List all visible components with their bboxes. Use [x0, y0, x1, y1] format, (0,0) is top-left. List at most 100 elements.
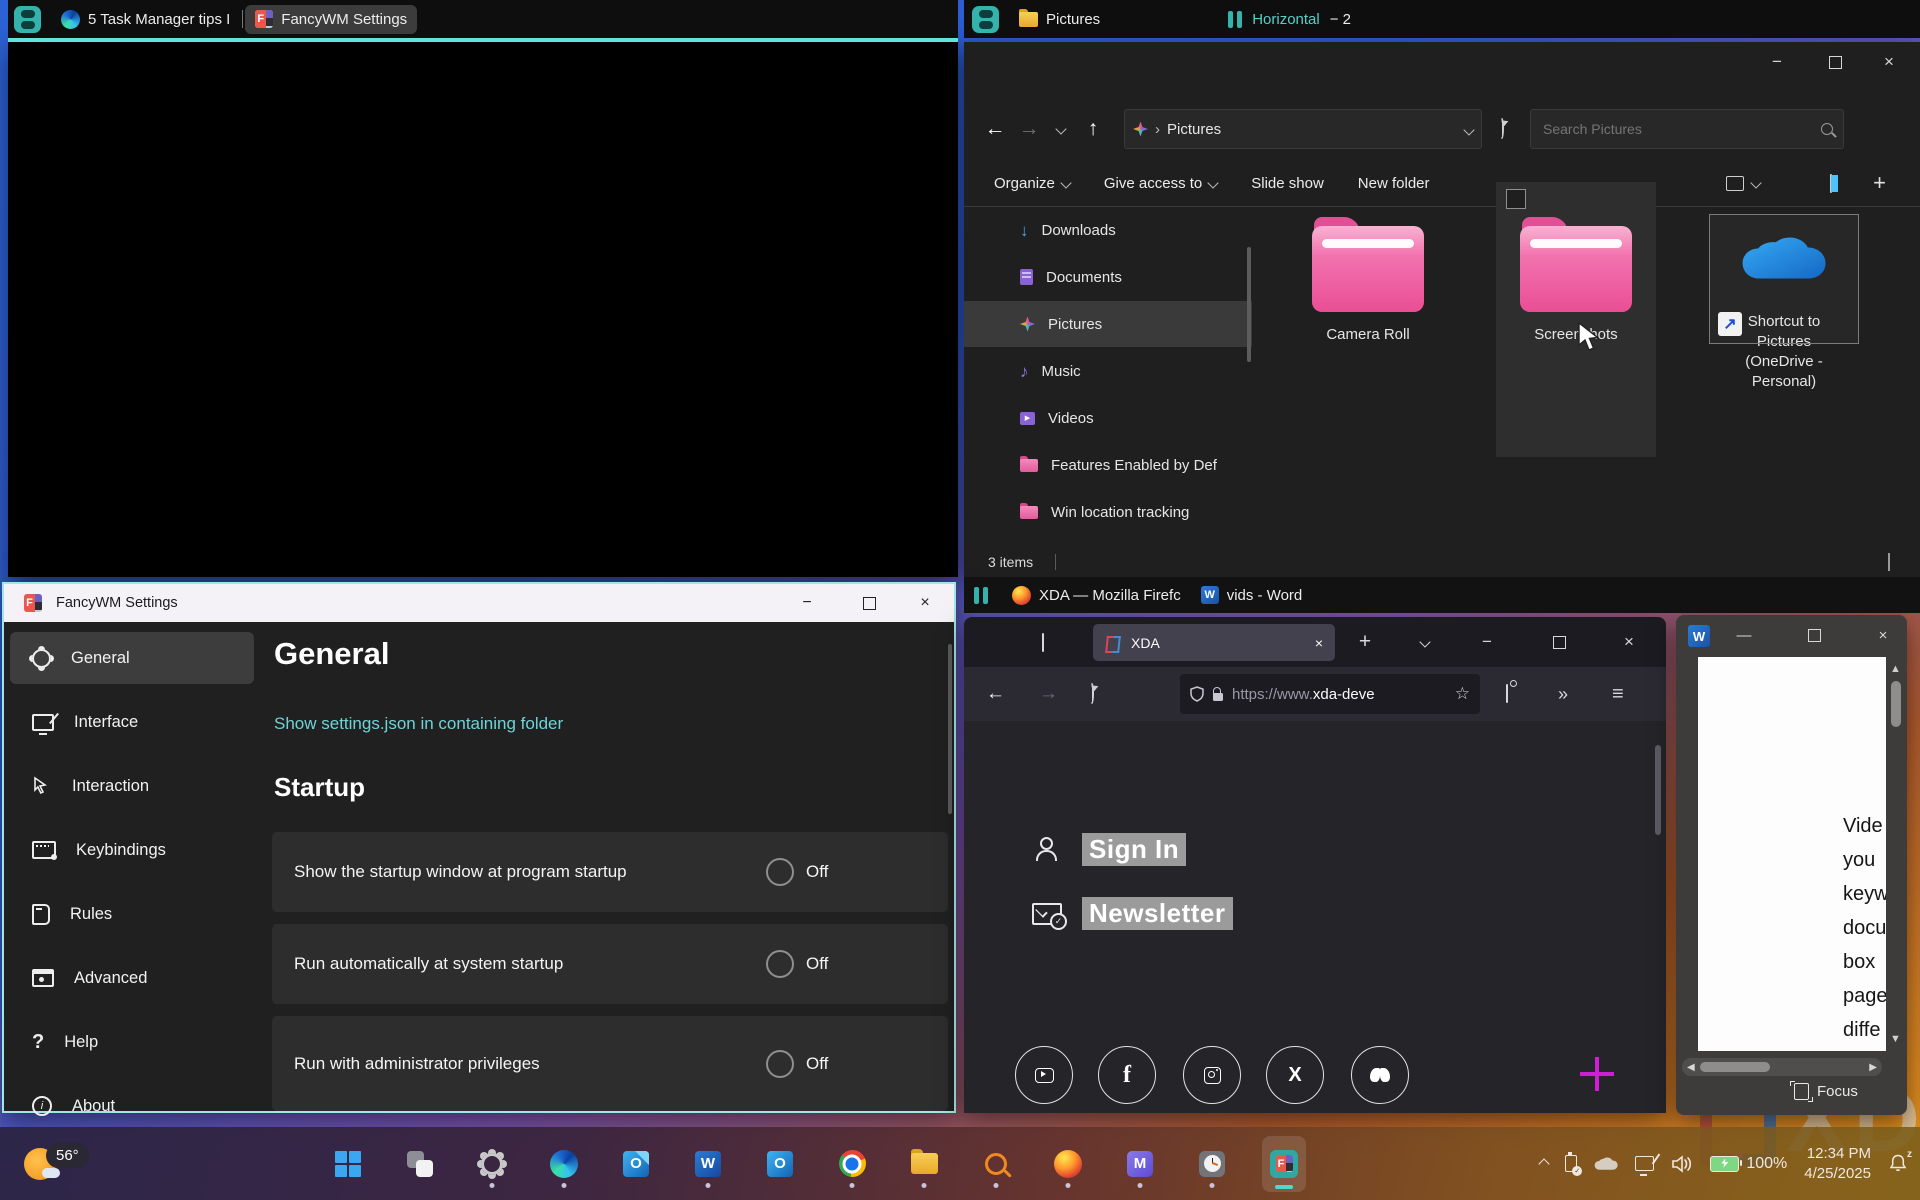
refresh-button[interactable] — [1090, 685, 1094, 703]
maximize-button[interactable] — [846, 584, 892, 622]
toggle-off-radio[interactable] — [766, 858, 794, 886]
youtube-icon[interactable] — [1015, 1046, 1073, 1104]
add-button[interactable]: + — [1873, 170, 1886, 196]
file-tile-screenshots[interactable]: Screenshots — [1496, 182, 1656, 457]
minimize-button[interactable]: − — [1464, 617, 1510, 667]
file-tile-onedrive-shortcut[interactable]: ↗ Shortcut to Pictures (OneDrive - Perso… — [1704, 212, 1864, 512]
panel-tab-firefox[interactable]: XDA — Mozilla Firefc — [1002, 581, 1191, 610]
settings-json-link[interactable]: Show settings.json in containing folder — [274, 714, 563, 734]
preview-pane-button[interactable] — [1830, 175, 1832, 192]
notification-bell-icon[interactable]: z — [1888, 1153, 1910, 1175]
thumbnail-view-button[interactable] — [1888, 554, 1890, 570]
edge-video-window[interactable] — [8, 42, 958, 577]
forward-button[interactable]: → — [1012, 117, 1046, 141]
nav-item-interaction[interactable]: Interaction — [10, 760, 254, 812]
nav-item-interface[interactable]: Interface — [10, 696, 254, 748]
weather-widget[interactable]: 56° — [24, 1127, 89, 1200]
scroll-up-icon[interactable]: ▲ — [1890, 663, 1901, 675]
address-bar[interactable]: › Pictures — [1124, 109, 1482, 149]
outlook-classic-button[interactable]: O — [758, 1136, 802, 1192]
close-button[interactable]: × — [902, 584, 948, 622]
minimize-button[interactable]: — — [1724, 615, 1764, 655]
close-button[interactable]: × — [1606, 617, 1652, 667]
nav-item-advanced[interactable]: Advanced — [10, 952, 254, 1004]
file-tile-camera-roll[interactable]: Camera Roll — [1288, 212, 1448, 427]
bluesky-icon[interactable] — [1351, 1046, 1409, 1104]
shield-icon[interactable] — [1190, 686, 1204, 702]
nav-item-keybindings[interactable]: Keybindings — [10, 824, 254, 876]
up-button[interactable]: ↑ — [1076, 117, 1110, 141]
usb-device-icon[interactable] — [1565, 1155, 1577, 1172]
overflow-chevrons-icon[interactable]: » — [1558, 684, 1568, 705]
fancywm-panel-icon[interactable] — [972, 6, 999, 33]
edge-app-button[interactable] — [542, 1136, 586, 1192]
bookmark-star-icon[interactable]: ☆ — [1455, 684, 1470, 704]
content-scrollbar[interactable] — [948, 644, 952, 814]
outlook-new-button[interactable]: O — [614, 1136, 658, 1192]
fancywm-app-button[interactable] — [1262, 1136, 1306, 1192]
forward-button[interactable]: → — [1039, 683, 1058, 705]
close-button[interactable]: × — [1866, 42, 1912, 82]
panel-tab-pictures[interactable]: Pictures — [1009, 5, 1110, 34]
organize-menu[interactable]: Organize — [994, 175, 1070, 192]
scroll-down-icon[interactable]: ▼ — [1890, 1033, 1901, 1045]
chrome-app-button[interactable] — [830, 1136, 874, 1192]
word-app-button[interactable]: W — [686, 1136, 730, 1192]
task-view-button[interactable] — [398, 1136, 442, 1192]
firefox-app-button[interactable] — [1046, 1136, 1090, 1192]
facebook-icon[interactable]: f — [1098, 1046, 1156, 1104]
refresh-button[interactable] — [1500, 120, 1504, 138]
fancywm-panel-icon[interactable] — [974, 587, 988, 604]
nav-item-about[interactable]: i About — [10, 1080, 254, 1132]
new-folder-button[interactable]: New folder — [1358, 175, 1430, 192]
back-button[interactable]: ← — [978, 117, 1012, 141]
clock-app-button[interactable] — [1190, 1136, 1234, 1192]
file-explorer-button[interactable] — [902, 1136, 946, 1192]
scrollbar-thumb[interactable] — [1700, 1062, 1770, 1072]
maximize-button[interactable] — [1812, 42, 1858, 82]
new-tab-button[interactable]: + — [1342, 617, 1388, 667]
layout-view-button[interactable] — [1726, 176, 1760, 191]
sidebar-item-videos[interactable]: ▶ Videos — [964, 395, 1252, 441]
sidebar-item-features-enabled[interactable]: Features Enabled by Def — [964, 442, 1252, 488]
back-button[interactable]: ← — [986, 683, 1005, 705]
scroll-left-icon[interactable]: ◀ — [1687, 1062, 1695, 1073]
maximize-button[interactable] — [1794, 615, 1834, 655]
search-box[interactable] — [1530, 109, 1844, 149]
settings-app-button[interactable] — [470, 1136, 514, 1192]
firefox-view-icon[interactable] — [1042, 634, 1044, 652]
sidebar-item-win-location[interactable]: Win location tracking — [964, 489, 1252, 535]
onedrive-tray-icon[interactable] — [1594, 1156, 1618, 1172]
selection-checkbox[interactable] — [1506, 189, 1526, 209]
nav-item-help[interactable]: ? Help — [10, 1016, 254, 1068]
minimize-button[interactable]: − — [1754, 42, 1800, 82]
battery-status[interactable]: 100% — [1710, 1155, 1787, 1173]
breadcrumb[interactable]: Pictures — [1167, 121, 1221, 138]
toggle-off-radio[interactable] — [766, 950, 794, 978]
newsletter-link[interactable]: Newsletter — [1082, 897, 1233, 930]
browser-tab-xda[interactable]: XDA × — [1093, 624, 1335, 661]
x-icon[interactable]: X — [1266, 1046, 1324, 1104]
fancywm-panel-icon[interactable] — [14, 6, 41, 33]
history-dropdown[interactable] — [1046, 120, 1076, 138]
scrollbar-thumb[interactable] — [1891, 681, 1901, 727]
speaker-icon[interactable] — [1671, 1155, 1693, 1173]
sidebar-scrollbar[interactable] — [1247, 247, 1251, 362]
person-icon[interactable] — [1034, 837, 1058, 861]
tab-list-dropdown[interactable] — [1402, 617, 1448, 667]
panel-tab-fancywm-settings[interactable]: FancyWM Settings — [245, 5, 417, 34]
nav-item-rules[interactable]: Rules — [10, 888, 254, 940]
menu-hamburger-icon[interactable]: ≡ — [1612, 683, 1624, 706]
sidebar-item-music[interactable]: ♪ Music — [964, 348, 1252, 394]
display-device-icon[interactable] — [1635, 1156, 1654, 1171]
address-dropdown[interactable] — [1465, 121, 1473, 138]
clock-date[interactable]: 12:34 PM 4/25/2025 — [1804, 1144, 1871, 1183]
page-scrollbar[interactable] — [1655, 745, 1661, 835]
slide-show-button[interactable]: Slide show — [1251, 175, 1324, 192]
search-app-button[interactable] — [974, 1136, 1018, 1192]
vertical-scrollbar[interactable]: ▲ ▼ — [1887, 657, 1905, 1051]
minimize-button[interactable]: − — [784, 584, 830, 622]
sidebar-item-downloads[interactable]: ↓ Downloads — [964, 207, 1252, 253]
hidden-icons-chevron[interactable] — [1540, 1155, 1548, 1173]
close-button[interactable]: × — [1863, 615, 1903, 655]
